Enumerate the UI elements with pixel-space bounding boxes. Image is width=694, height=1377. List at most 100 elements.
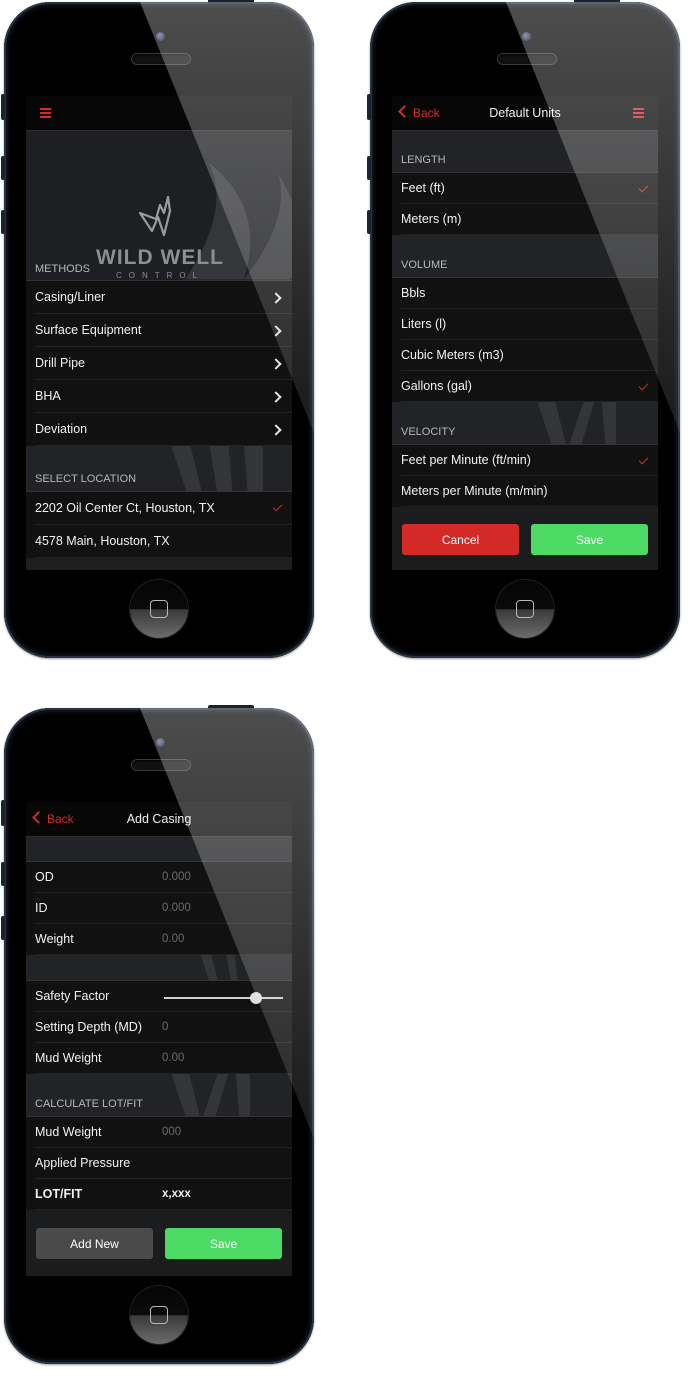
unit-option-feet-per-minute[interactable]: Feet per Minute (ft/min) [392,445,658,476]
home-square-icon [150,1306,168,1324]
screen: Back Default Units LENGTH Feet (ft) Mete… [392,96,658,570]
front-camera [156,32,165,41]
field-label: OD [35,870,54,884]
list-item-label: BHA [35,389,61,403]
section-header-label: VELOCITY [401,426,456,438]
list-item-casing-liner[interactable]: Casing/Liner [26,281,292,314]
list-item-label: Casing/Liner [35,290,106,304]
add-new-button[interactable]: Add New [36,1228,153,1259]
field-input[interactable]: 0.000 [162,862,191,893]
home-button[interactable] [496,580,554,638]
unit-option-meters[interactable]: Meters (m) [392,204,658,235]
watermark-icon [200,955,238,980]
list-item-location[interactable]: 2202 Oil Center Ct, Houston, TX [26,492,292,525]
list-item-location[interactable]: 4578 Main, Houston, TX [26,525,292,558]
safety-factor-row: Safety Factor [26,981,292,1012]
chevron-right-icon [270,391,282,403]
unit-option-cubic-meters[interactable]: Cubic Meters (m3) [392,340,658,371]
unit-option-feet[interactable]: Feet (ft) [392,173,658,204]
section-header-methods: METHODS [26,257,292,281]
methods-list: Casing/Liner Surface Equipment Drill Pip… [26,281,292,446]
phone-default-units: Back Default Units LENGTH Feet (ft) Mete… [367,0,680,658]
field-input[interactable]: 000 [162,1117,181,1148]
list-item-label: Drill Pipe [35,356,86,370]
field-setting-depth[interactable]: Setting Depth (MD) 0 [26,1012,292,1043]
field-mud-weight[interactable]: Mud Weight 0.00 [26,1043,292,1074]
home-button[interactable] [130,1286,188,1344]
unit-option-gallons[interactable]: Gallons (gal) [392,371,658,402]
watermark-icon [171,1074,250,1116]
home-button[interactable] [130,580,188,638]
checkmark-icon [638,182,649,193]
volume-down-button [1,210,5,234]
section-header-label: VOLUME [401,259,448,271]
list-item-drill-pipe[interactable]: Drill Pipe [26,347,292,380]
field-label: Safety Factor [35,989,110,1003]
checkmark-icon [272,501,283,512]
save-button[interactable]: Save [165,1228,282,1259]
result-value: x,xxx [162,1188,191,1200]
hamburger-icon[interactable] [633,108,644,118]
section-header-volume: VOLUME [392,235,658,278]
power-button [208,0,254,4]
field-input[interactable]: 0.00 [162,1043,184,1074]
front-camera [156,738,165,747]
page-title: Add Casing [126,812,192,826]
volume-up-button [1,156,5,180]
list-item-label: 4578 Main, Houston, TX [35,534,170,548]
checkmark-icon [638,380,649,391]
section-header-label: SELECT LOCATION [35,473,137,485]
chevron-right-icon [270,325,282,337]
section-header-label: CALCULATE LOT/FIT [35,1098,143,1110]
option-label: Meters (m) [401,212,462,226]
option-label: Feet (ft) [401,181,445,195]
unit-option-liters[interactable]: Liters (l) [392,309,658,340]
safety-factor-slider[interactable] [164,992,283,1004]
cancel-button[interactable]: Cancel [402,524,519,555]
chevron-right-icon [270,292,282,304]
mute-switch [1,800,5,826]
home-square-icon [516,600,534,618]
list-item-bha[interactable]: BHA [26,380,292,413]
option-label: Feet per Minute (ft/min) [401,453,531,467]
field-weight[interactable]: Weight 0.00 [26,924,292,955]
action-bar: Add New Save [26,1210,292,1276]
checkmark-icon [638,454,649,465]
slider-thumb[interactable] [249,992,262,1004]
list-item-label: Deviation [35,422,88,436]
hamburger-icon[interactable] [40,108,51,118]
nav-bar: Back Default Units [392,96,658,131]
flame-logo-icon [138,195,172,237]
field-label: Mud Weight [35,1125,102,1139]
logo-area: WILD WELL CONTROL METHODS [26,131,292,281]
mute-switch [1,94,5,120]
option-label: Liters (l) [401,317,447,331]
chevron-right-icon [270,358,282,370]
power-button [574,0,620,4]
list-item-deviation[interactable]: Deviation [26,413,292,446]
unit-option-meters-per-minute[interactable]: Meters per Minute (m/min) [392,476,658,507]
section-spacer [26,955,292,981]
field-od[interactable]: OD 0.000 [26,862,292,893]
earpiece-speaker [132,760,190,770]
field-applied-pressure[interactable]: Applied Pressure [26,1148,292,1179]
page-title: Default Units [489,106,561,120]
field-label: ID [35,901,48,915]
screen: Back Add Casing OD 0.000 ID 0.000 Weight 0.… [26,802,292,1276]
field-lot-mud-weight[interactable]: Mud Weight 000 [26,1117,292,1148]
option-label: Meters per Minute (m/min) [401,484,548,498]
field-label: Setting Depth (MD) [35,1020,142,1034]
phone-add-casing: Back Add Casing OD 0.000 ID 0.000 Weight 0.… [1,705,314,1364]
list-item-surface-equipment[interactable]: Surface Equipment [26,314,292,347]
unit-option-bbls[interactable]: Bbls [392,278,658,309]
save-button[interactable]: Save [531,524,648,555]
option-label: Bbls [401,286,426,300]
field-input[interactable]: 0.000 [162,893,191,924]
phone-main-menu: WILD WELL CONTROL METHODS Casing/Liner S… [1,0,314,658]
field-input[interactable]: 0.00 [162,924,184,955]
section-spacer [26,837,292,862]
field-input[interactable]: 0 [162,1012,168,1043]
nav-bar [26,96,292,131]
field-label: Weight [35,932,74,946]
field-id[interactable]: ID 0.000 [26,893,292,924]
